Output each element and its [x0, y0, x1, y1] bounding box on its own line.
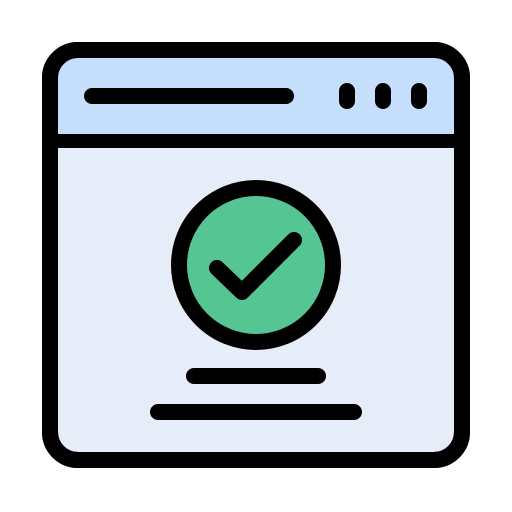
check-circle-icon	[171, 180, 341, 350]
icon-canvas	[0, 0, 512, 512]
browser-window-success-icon	[42, 42, 470, 468]
